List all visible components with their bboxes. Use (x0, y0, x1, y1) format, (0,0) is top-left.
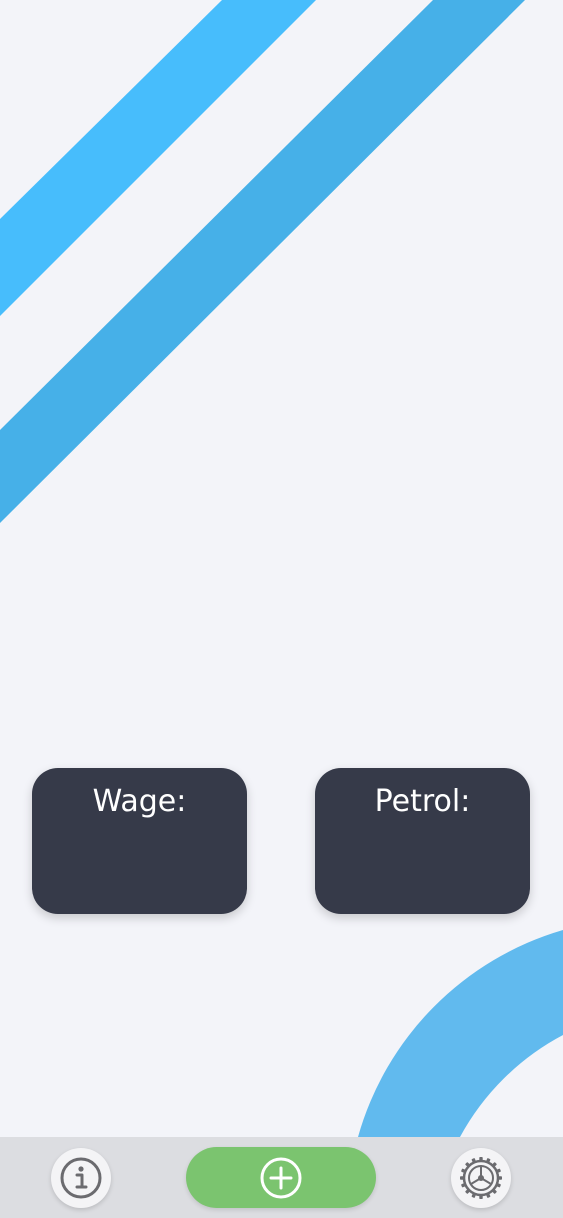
wage-value (32, 830, 247, 860)
petrol-value (315, 830, 530, 860)
add-button[interactable] (186, 1147, 376, 1208)
decor-stripe-light (0, 0, 316, 316)
petrol-card: Petrol: (315, 768, 530, 914)
petrol-label: Petrol: (374, 784, 471, 819)
wage-label: Wage: (92, 784, 187, 819)
background-decoration (0, 0, 563, 1137)
decor-stripe-dark (0, 0, 525, 523)
wage-card: Wage: (32, 768, 247, 914)
settings-button[interactable] (451, 1148, 511, 1208)
plus-circle-icon (260, 1157, 302, 1198)
info-button[interactable] (51, 1148, 111, 1208)
gear-icon (460, 1157, 502, 1199)
bottom-toolbar (0, 1137, 563, 1218)
decor-arc (358, 930, 563, 1137)
info-icon (60, 1157, 102, 1199)
